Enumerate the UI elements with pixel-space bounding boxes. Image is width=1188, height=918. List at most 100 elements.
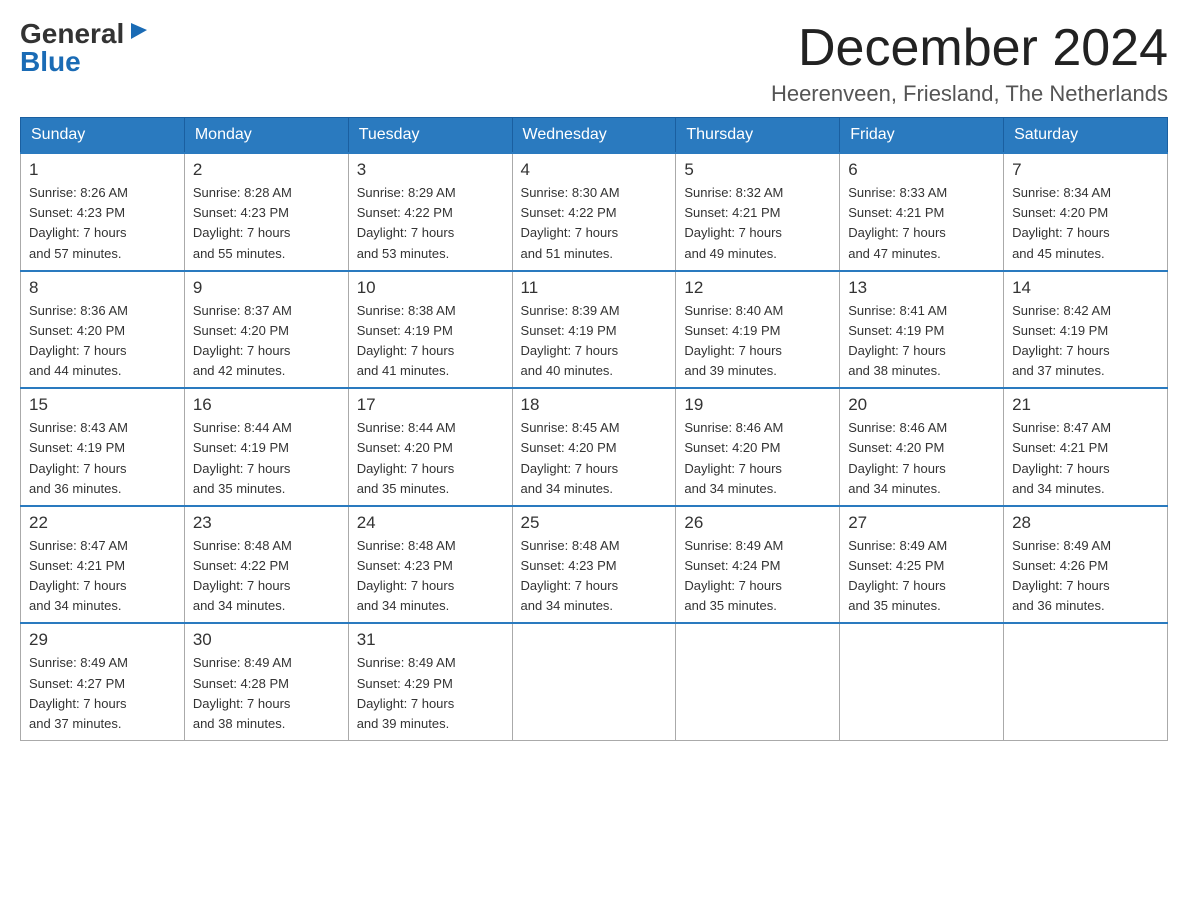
day-number: 28: [1012, 513, 1159, 533]
day-number: 18: [521, 395, 668, 415]
week-row-3: 15 Sunrise: 8:43 AMSunset: 4:19 PMDayligh…: [21, 388, 1168, 506]
week-row-4: 22 Sunrise: 8:47 AMSunset: 4:21 PMDayligh…: [21, 506, 1168, 624]
table-row: 15 Sunrise: 8:43 AMSunset: 4:19 PMDayligh…: [21, 388, 185, 506]
day-info: Sunrise: 8:33 AMSunset: 4:21 PMDaylight:…: [848, 183, 995, 264]
logo-triangle-icon: [127, 19, 149, 41]
day-info: Sunrise: 8:49 AMSunset: 4:29 PMDaylight:…: [357, 653, 504, 734]
day-number: 3: [357, 160, 504, 180]
table-row: 4 Sunrise: 8:30 AMSunset: 4:22 PMDaylight…: [512, 153, 676, 271]
day-info: Sunrise: 8:42 AMSunset: 4:19 PMDaylight:…: [1012, 301, 1159, 382]
title-section: December 2024 Heerenveen, Friesland, The…: [771, 20, 1168, 107]
day-info: Sunrise: 8:29 AMSunset: 4:22 PMDaylight:…: [357, 183, 504, 264]
table-row: 20Sunrise: 8:46 AMSunset: 4:20 PMDayligh…: [840, 388, 1004, 506]
day-number: 2: [193, 160, 340, 180]
day-number: 24: [357, 513, 504, 533]
day-number: 10: [357, 278, 504, 298]
day-info: Sunrise: 8:28 AMSunset: 4:23 PMDaylight:…: [193, 183, 340, 264]
header-saturday: Saturday: [1004, 118, 1168, 154]
day-info: Sunrise: 8:39 AMSunset: 4:19 PMDaylight:…: [521, 301, 668, 382]
table-row: 25Sunrise: 8:48 AMSunset: 4:23 PMDayligh…: [512, 506, 676, 624]
header-monday: Monday: [184, 118, 348, 154]
day-info: Sunrise: 8:49 AMSunset: 4:28 PMDaylight:…: [193, 653, 340, 734]
day-info: Sunrise: 8:45 AMSunset: 4:20 PMDaylight:…: [521, 418, 668, 499]
day-info: Sunrise: 8:40 AMSunset: 4:19 PMDaylight:…: [684, 301, 831, 382]
logo: General Blue: [20, 20, 149, 76]
day-number: 29: [29, 630, 176, 650]
table-row: 5Sunrise: 8:32 AMSunset: 4:21 PMDaylight…: [676, 153, 840, 271]
calendar-body: 1 Sunrise: 8:26 AMSunset: 4:23 PMDaylight…: [21, 153, 1168, 740]
day-number: 26: [684, 513, 831, 533]
day-number: 7: [1012, 160, 1159, 180]
table-row: 26 Sunrise: 8:49 AMSunset: 4:24 PMDayligh…: [676, 506, 840, 624]
day-number: 22: [29, 513, 176, 533]
table-row: 19Sunrise: 8:46 AMSunset: 4:20 PMDayligh…: [676, 388, 840, 506]
logo-blue-text: Blue: [20, 48, 81, 76]
day-number: 6: [848, 160, 995, 180]
table-row: 30Sunrise: 8:49 AMSunset: 4:28 PMDayligh…: [184, 623, 348, 740]
day-number: 8: [29, 278, 176, 298]
table-row: 10 Sunrise: 8:38 AMSunset: 4:19 PMDayligh…: [348, 271, 512, 389]
day-number: 17: [357, 395, 504, 415]
table-row: 8 Sunrise: 8:36 AMSunset: 4:20 PMDaylight…: [21, 271, 185, 389]
day-info: Sunrise: 8:43 AMSunset: 4:19 PMDaylight:…: [29, 418, 176, 499]
day-info: Sunrise: 8:49 AMSunset: 4:26 PMDaylight:…: [1012, 536, 1159, 617]
day-info: Sunrise: 8:48 AMSunset: 4:23 PMDaylight:…: [521, 536, 668, 617]
calendar-table: SundayMondayTuesdayWednesdayThursdayFrid…: [20, 117, 1168, 741]
day-number: 14: [1012, 278, 1159, 298]
day-number: 27: [848, 513, 995, 533]
table-row: 24 Sunrise: 8:48 AMSunset: 4:23 PMDayligh…: [348, 506, 512, 624]
week-row-5: 29 Sunrise: 8:49 AMSunset: 4:27 PMDayligh…: [21, 623, 1168, 740]
day-number: 31: [357, 630, 504, 650]
day-info: Sunrise: 8:49 AMSunset: 4:24 PMDaylight:…: [684, 536, 831, 617]
day-number: 9: [193, 278, 340, 298]
header-sunday: Sunday: [21, 118, 185, 154]
table-row: 1 Sunrise: 8:26 AMSunset: 4:23 PMDaylight…: [21, 153, 185, 271]
day-info: Sunrise: 8:47 AMSunset: 4:21 PMDaylight:…: [1012, 418, 1159, 499]
day-number: 23: [193, 513, 340, 533]
table-row: 18 Sunrise: 8:45 AMSunset: 4:20 PMDayligh…: [512, 388, 676, 506]
table-row: 21 Sunrise: 8:47 AMSunset: 4:21 PMDayligh…: [1004, 388, 1168, 506]
header-tuesday: Tuesday: [348, 118, 512, 154]
header-wednesday: Wednesday: [512, 118, 676, 154]
day-number: 12: [684, 278, 831, 298]
day-info: Sunrise: 8:30 AMSunset: 4:22 PMDaylight:…: [521, 183, 668, 264]
table-row: 28 Sunrise: 8:49 AMSunset: 4:26 PMDayligh…: [1004, 506, 1168, 624]
logo-general-text: General: [20, 20, 124, 48]
day-number: 15: [29, 395, 176, 415]
header-row: SundayMondayTuesdayWednesdayThursdayFrid…: [21, 118, 1168, 154]
day-info: Sunrise: 8:49 AMSunset: 4:25 PMDaylight:…: [848, 536, 995, 617]
table-row: 7 Sunrise: 8:34 AMSunset: 4:20 PMDaylight…: [1004, 153, 1168, 271]
table-row: 9 Sunrise: 8:37 AMSunset: 4:20 PMDaylight…: [184, 271, 348, 389]
week-row-2: 8 Sunrise: 8:36 AMSunset: 4:20 PMDaylight…: [21, 271, 1168, 389]
header-friday: Friday: [840, 118, 1004, 154]
day-info: Sunrise: 8:37 AMSunset: 4:20 PMDaylight:…: [193, 301, 340, 382]
table-row: 29 Sunrise: 8:49 AMSunset: 4:27 PMDayligh…: [21, 623, 185, 740]
table-row: 14 Sunrise: 8:42 AMSunset: 4:19 PMDayligh…: [1004, 271, 1168, 389]
week-row-1: 1 Sunrise: 8:26 AMSunset: 4:23 PMDaylight…: [21, 153, 1168, 271]
day-info: Sunrise: 8:44 AMSunset: 4:19 PMDaylight:…: [193, 418, 340, 499]
day-info: Sunrise: 8:48 AMSunset: 4:23 PMDaylight:…: [357, 536, 504, 617]
table-row: 22 Sunrise: 8:47 AMSunset: 4:21 PMDayligh…: [21, 506, 185, 624]
table-row: 2 Sunrise: 8:28 AMSunset: 4:23 PMDaylight…: [184, 153, 348, 271]
day-number: 21: [1012, 395, 1159, 415]
day-info: Sunrise: 8:36 AMSunset: 4:20 PMDaylight:…: [29, 301, 176, 382]
day-info: Sunrise: 8:38 AMSunset: 4:19 PMDaylight:…: [357, 301, 504, 382]
day-info: Sunrise: 8:44 AMSunset: 4:20 PMDaylight:…: [357, 418, 504, 499]
day-number: 4: [521, 160, 668, 180]
day-number: 20: [848, 395, 995, 415]
day-number: 16: [193, 395, 340, 415]
day-number: 1: [29, 160, 176, 180]
table-row: 6 Sunrise: 8:33 AMSunset: 4:21 PMDaylight…: [840, 153, 1004, 271]
day-info: Sunrise: 8:49 AMSunset: 4:27 PMDaylight:…: [29, 653, 176, 734]
table-row: [1004, 623, 1168, 740]
table-row: [512, 623, 676, 740]
table-row: 17 Sunrise: 8:44 AMSunset: 4:20 PMDayligh…: [348, 388, 512, 506]
day-info: Sunrise: 8:26 AMSunset: 4:23 PMDaylight:…: [29, 183, 176, 264]
table-row: [840, 623, 1004, 740]
day-number: 11: [521, 278, 668, 298]
calendar-header: SundayMondayTuesdayWednesdayThursdayFrid…: [21, 118, 1168, 154]
day-info: Sunrise: 8:47 AMSunset: 4:21 PMDaylight:…: [29, 536, 176, 617]
day-info: Sunrise: 8:34 AMSunset: 4:20 PMDaylight:…: [1012, 183, 1159, 264]
table-row: 31 Sunrise: 8:49 AMSunset: 4:29 PMDayligh…: [348, 623, 512, 740]
day-info: Sunrise: 8:32 AMSunset: 4:21 PMDaylight:…: [684, 183, 831, 264]
